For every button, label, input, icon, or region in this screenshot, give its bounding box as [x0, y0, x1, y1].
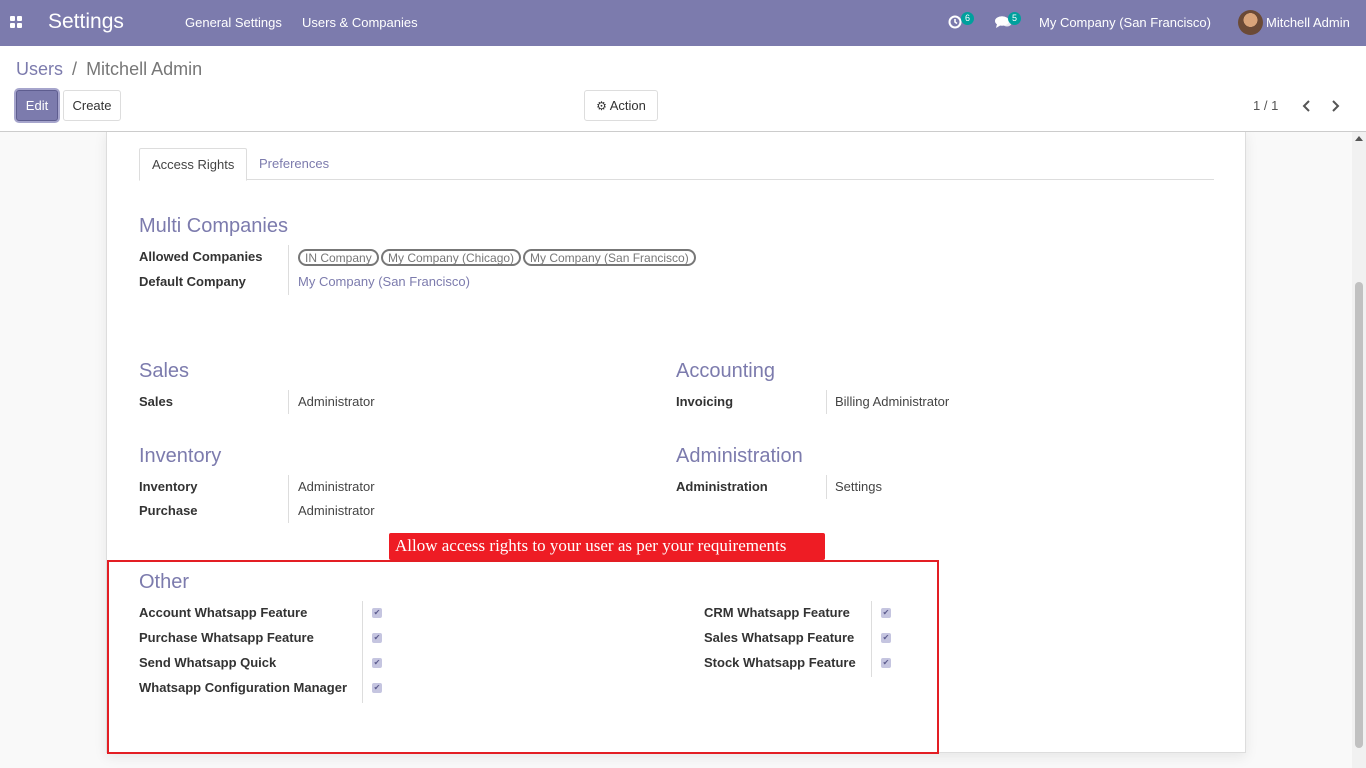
purchase-value[interactable]: Administrator	[298, 503, 375, 518]
breadcrumb-separator: /	[72, 59, 78, 79]
chevron-right-icon[interactable]	[1330, 100, 1340, 112]
pager-value[interactable]: 1 / 1	[1253, 98, 1278, 113]
action-button[interactable]: ⚙ Action	[584, 90, 658, 121]
inventory-section-title: Inventory	[139, 445, 222, 467]
sales-label: Sales	[139, 394, 173, 409]
allowed-companies-label: Allowed Companies	[139, 249, 263, 264]
scrollbar-thumb[interactable]	[1355, 282, 1363, 748]
app-title[interactable]: Settings	[48, 10, 124, 34]
sales-section-title: Sales	[139, 360, 190, 382]
company-tag[interactable]: IN Company	[298, 249, 379, 266]
administration-section-title: Administration	[676, 445, 803, 467]
company-switcher[interactable]: My Company (San Francisco)	[1039, 15, 1211, 30]
menu-users-companies[interactable]: Users & Companies	[302, 15, 418, 30]
field-divider	[826, 390, 827, 414]
chevron-left-icon[interactable]	[1302, 100, 1312, 112]
annotation-callout: Allow access rights to your user as per …	[389, 533, 825, 560]
activity-count-badge: 6	[961, 12, 975, 25]
administration-label: Administration	[676, 479, 768, 494]
edit-button[interactable]: Edit	[16, 90, 58, 121]
gear-icon: ⚙	[596, 99, 607, 113]
action-label: Action	[609, 98, 646, 113]
user-menu[interactable]: Mitchell Admin	[1266, 15, 1350, 30]
tab-preferences[interactable]: Preferences	[247, 148, 341, 181]
administration-value[interactable]: Settings	[835, 479, 882, 494]
field-divider	[288, 390, 289, 414]
user-avatar[interactable]	[1238, 10, 1263, 35]
control-panel: Users / Mitchell Admin Edit Create ⚙ Act…	[0, 46, 1366, 132]
menu-general-settings[interactable]: General Settings	[185, 15, 282, 30]
default-company-link[interactable]: My Company (San Francisco)	[298, 274, 470, 289]
company-tag[interactable]: My Company (San Francisco)	[523, 249, 696, 266]
invoicing-value[interactable]: Billing Administrator	[835, 394, 949, 409]
accounting-section-title: Accounting	[676, 360, 775, 382]
notebook-tabs: Access Rights Preferences	[139, 148, 1214, 181]
inventory-label: Inventory	[139, 479, 198, 494]
field-divider	[826, 475, 827, 499]
field-divider	[288, 475, 289, 523]
field-divider	[288, 245, 289, 295]
create-button[interactable]: Create	[63, 90, 121, 121]
company-tag[interactable]: My Company (Chicago)	[381, 249, 522, 266]
breadcrumb-users-link[interactable]: Users	[16, 59, 63, 79]
message-count-badge: 5	[1008, 12, 1022, 25]
invoicing-label: Invoicing	[676, 394, 734, 409]
apps-grid-icon[interactable]	[10, 16, 22, 28]
tab-access-rights[interactable]: Access Rights	[139, 148, 248, 181]
scroll-up-icon[interactable]	[1355, 135, 1363, 141]
breadcrumb: Users / Mitchell Admin	[16, 59, 202, 80]
multi-companies-title: Multi Companies	[139, 215, 288, 237]
top-navbar: Settings General Settings Users & Compan…	[0, 0, 1366, 46]
activity-clock-icon[interactable]	[948, 15, 962, 29]
breadcrumb-current: Mitchell Admin	[86, 59, 203, 79]
purchase-label: Purchase	[139, 503, 198, 518]
default-company-label: Default Company	[139, 274, 246, 289]
annotation-highlight-box	[107, 560, 939, 754]
vertical-scrollbar[interactable]	[1352, 132, 1366, 768]
sales-value[interactable]: Administrator	[298, 394, 375, 409]
inventory-value[interactable]: Administrator	[298, 479, 375, 494]
